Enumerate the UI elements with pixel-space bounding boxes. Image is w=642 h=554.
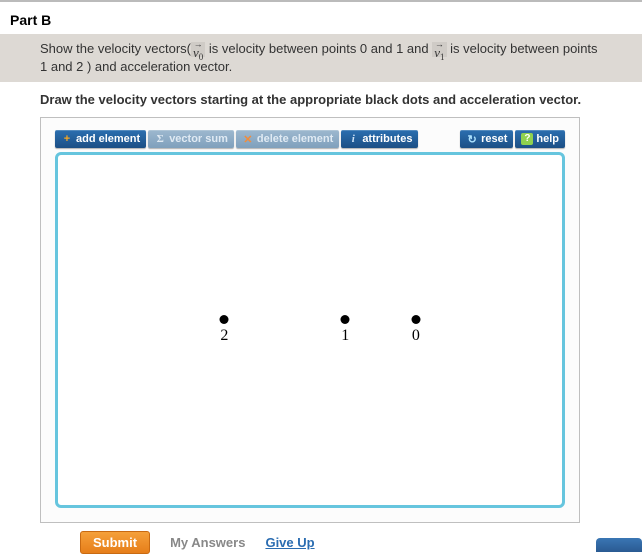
instruction-text: Draw the velocity vectors starting at th…: [0, 82, 642, 111]
prompt-text: Show the velocity vectors(→v0 is velocit…: [0, 34, 642, 82]
sigma-icon: Σ: [154, 133, 166, 145]
delete-element-button[interactable]: ✕ delete element: [236, 130, 339, 148]
dot-icon: [411, 315, 420, 324]
canvas-toolbar: + add element Σ vector sum ✕ delete elem…: [55, 130, 565, 148]
plot-point[interactable]: 2: [220, 315, 229, 345]
attributes-label: attributes: [362, 133, 412, 145]
delete-icon: ✕: [242, 133, 254, 145]
plot-point[interactable]: 1: [341, 315, 350, 345]
point-label: 0: [411, 327, 420, 345]
delete-element-label: delete element: [257, 133, 333, 145]
reset-label: reset: [481, 133, 507, 145]
give-up-link[interactable]: Give Up: [265, 535, 314, 550]
vector-v1: →v1: [432, 42, 446, 57]
plot-point[interactable]: 0: [411, 315, 420, 345]
attributes-button[interactable]: i attributes: [341, 130, 418, 148]
help-label: help: [536, 133, 559, 145]
reset-button[interactable]: ↻ reset: [460, 130, 513, 148]
part-title: Part B: [0, 8, 642, 34]
info-icon: i: [347, 133, 359, 145]
help-button[interactable]: ? help: [515, 130, 565, 148]
vector-v0: →v0: [191, 42, 205, 57]
vector-sum-button[interactable]: Σ vector sum: [148, 130, 234, 148]
point-label: 2: [220, 327, 229, 345]
add-element-label: add element: [76, 133, 140, 145]
help-icon: ?: [521, 133, 533, 145]
prompt-lead: Show the velocity vectors(: [40, 41, 191, 56]
my-answers-link[interactable]: My Answers: [170, 535, 245, 550]
add-element-button[interactable]: + add element: [55, 130, 146, 148]
reset-icon: ↻: [466, 133, 478, 145]
dot-icon: [341, 315, 350, 324]
submit-button[interactable]: Submit: [80, 531, 150, 554]
plus-icon: +: [61, 133, 73, 145]
plot-area[interactable]: 2 1 0: [55, 152, 565, 508]
drawing-canvas[interactable]: + add element Σ vector sum ✕ delete elem…: [40, 117, 580, 523]
point-label: 1: [341, 327, 350, 345]
vector-sum-label: vector sum: [169, 133, 228, 145]
dot-icon: [220, 315, 229, 324]
